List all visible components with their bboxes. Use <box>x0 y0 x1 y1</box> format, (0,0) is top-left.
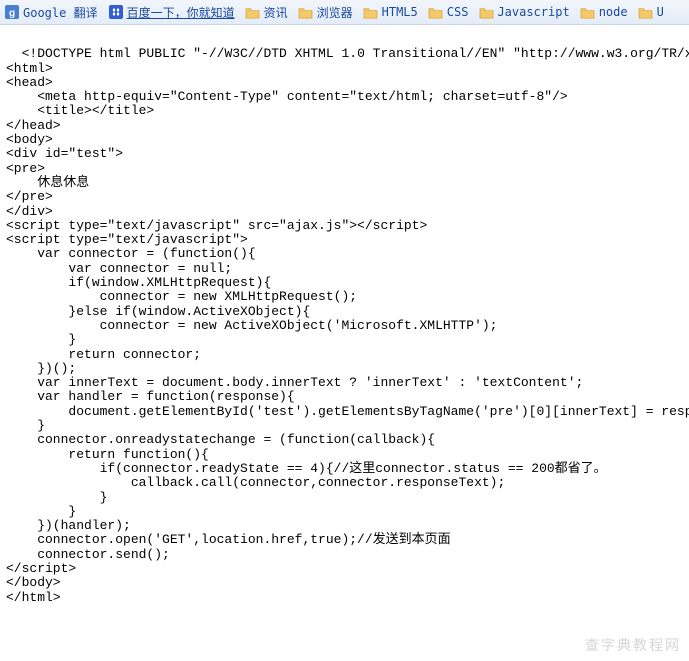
bookmark-item[interactable]: 资讯 <box>245 4 288 21</box>
folder-icon <box>363 4 379 20</box>
svg-text:g: g <box>9 8 15 19</box>
bookmark-label: CSS <box>447 5 469 19</box>
bookmark-item[interactable]: 百度一下，你就知道 <box>108 4 235 21</box>
bookmark-label: 百度一下，你就知道 <box>127 4 235 21</box>
bookmark-label: 浏览器 <box>317 4 353 21</box>
bookmark-label: 资讯 <box>264 4 288 21</box>
source-code: <!DOCTYPE html PUBLIC "-//W3C//DTD XHTML… <box>6 46 689 604</box>
bookmark-item[interactable]: U <box>638 4 664 20</box>
bookmark-item[interactable]: node <box>580 4 628 20</box>
code-viewer: <!DOCTYPE html PUBLIC "-//W3C//DTD XHTML… <box>0 25 689 661</box>
folder-icon <box>245 4 261 20</box>
bookmark-label: node <box>599 5 628 19</box>
google-icon: g <box>4 4 20 20</box>
bookmark-item[interactable]: 浏览器 <box>298 4 353 21</box>
folder-icon <box>580 4 596 20</box>
baidu-icon <box>108 4 124 20</box>
bookmark-label: Google 翻译 <box>23 4 98 21</box>
folder-icon <box>638 4 654 20</box>
bookmark-label: HTML5 <box>382 5 418 19</box>
bookmark-item[interactable]: HTML5 <box>363 4 418 20</box>
bookmark-label: Javascript <box>497 5 569 19</box>
folder-icon <box>298 4 314 20</box>
folder-icon <box>478 4 494 20</box>
folder-icon <box>428 4 444 20</box>
bookmark-item[interactable]: CSS <box>428 4 469 20</box>
bookmark-label: U <box>657 5 664 19</box>
bookmark-item[interactable]: g Google 翻译 <box>4 4 98 21</box>
watermark-text: 查字典教程网 <box>585 638 681 653</box>
bookmark-item[interactable]: Javascript <box>478 4 569 20</box>
bookmarks-toolbar: g Google 翻译 百度一下，你就知道 资讯 浏览器 HTML5 CSS Javascri… <box>0 0 689 25</box>
